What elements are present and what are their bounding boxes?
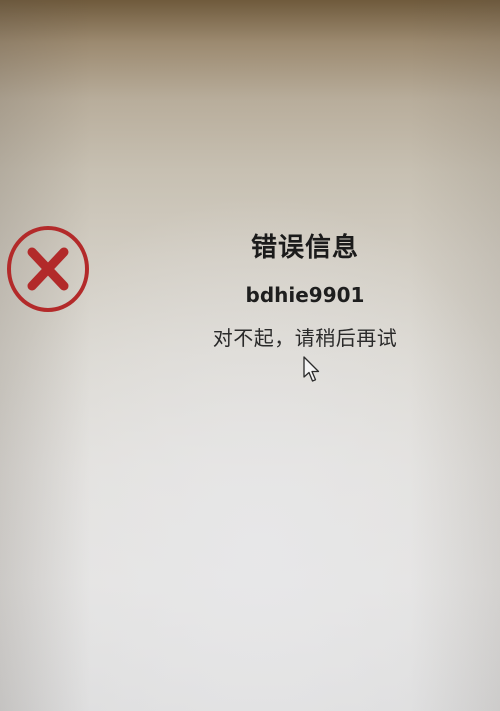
error-text-block: 错误信息 bdhie9901 对不起，请稍后再试 [180,222,430,354]
error-title: 错误信息 [250,233,359,263]
error-code: bdhie9901 [245,283,365,307]
error-x-circle-icon [6,225,90,313]
mouse-pointer-icon [302,356,320,384]
error-message: 对不起，请稍后再试 [212,326,398,350]
error-dialog: 错误信息 bdhie9901 对不起，请稍后再试 [0,0,500,711]
